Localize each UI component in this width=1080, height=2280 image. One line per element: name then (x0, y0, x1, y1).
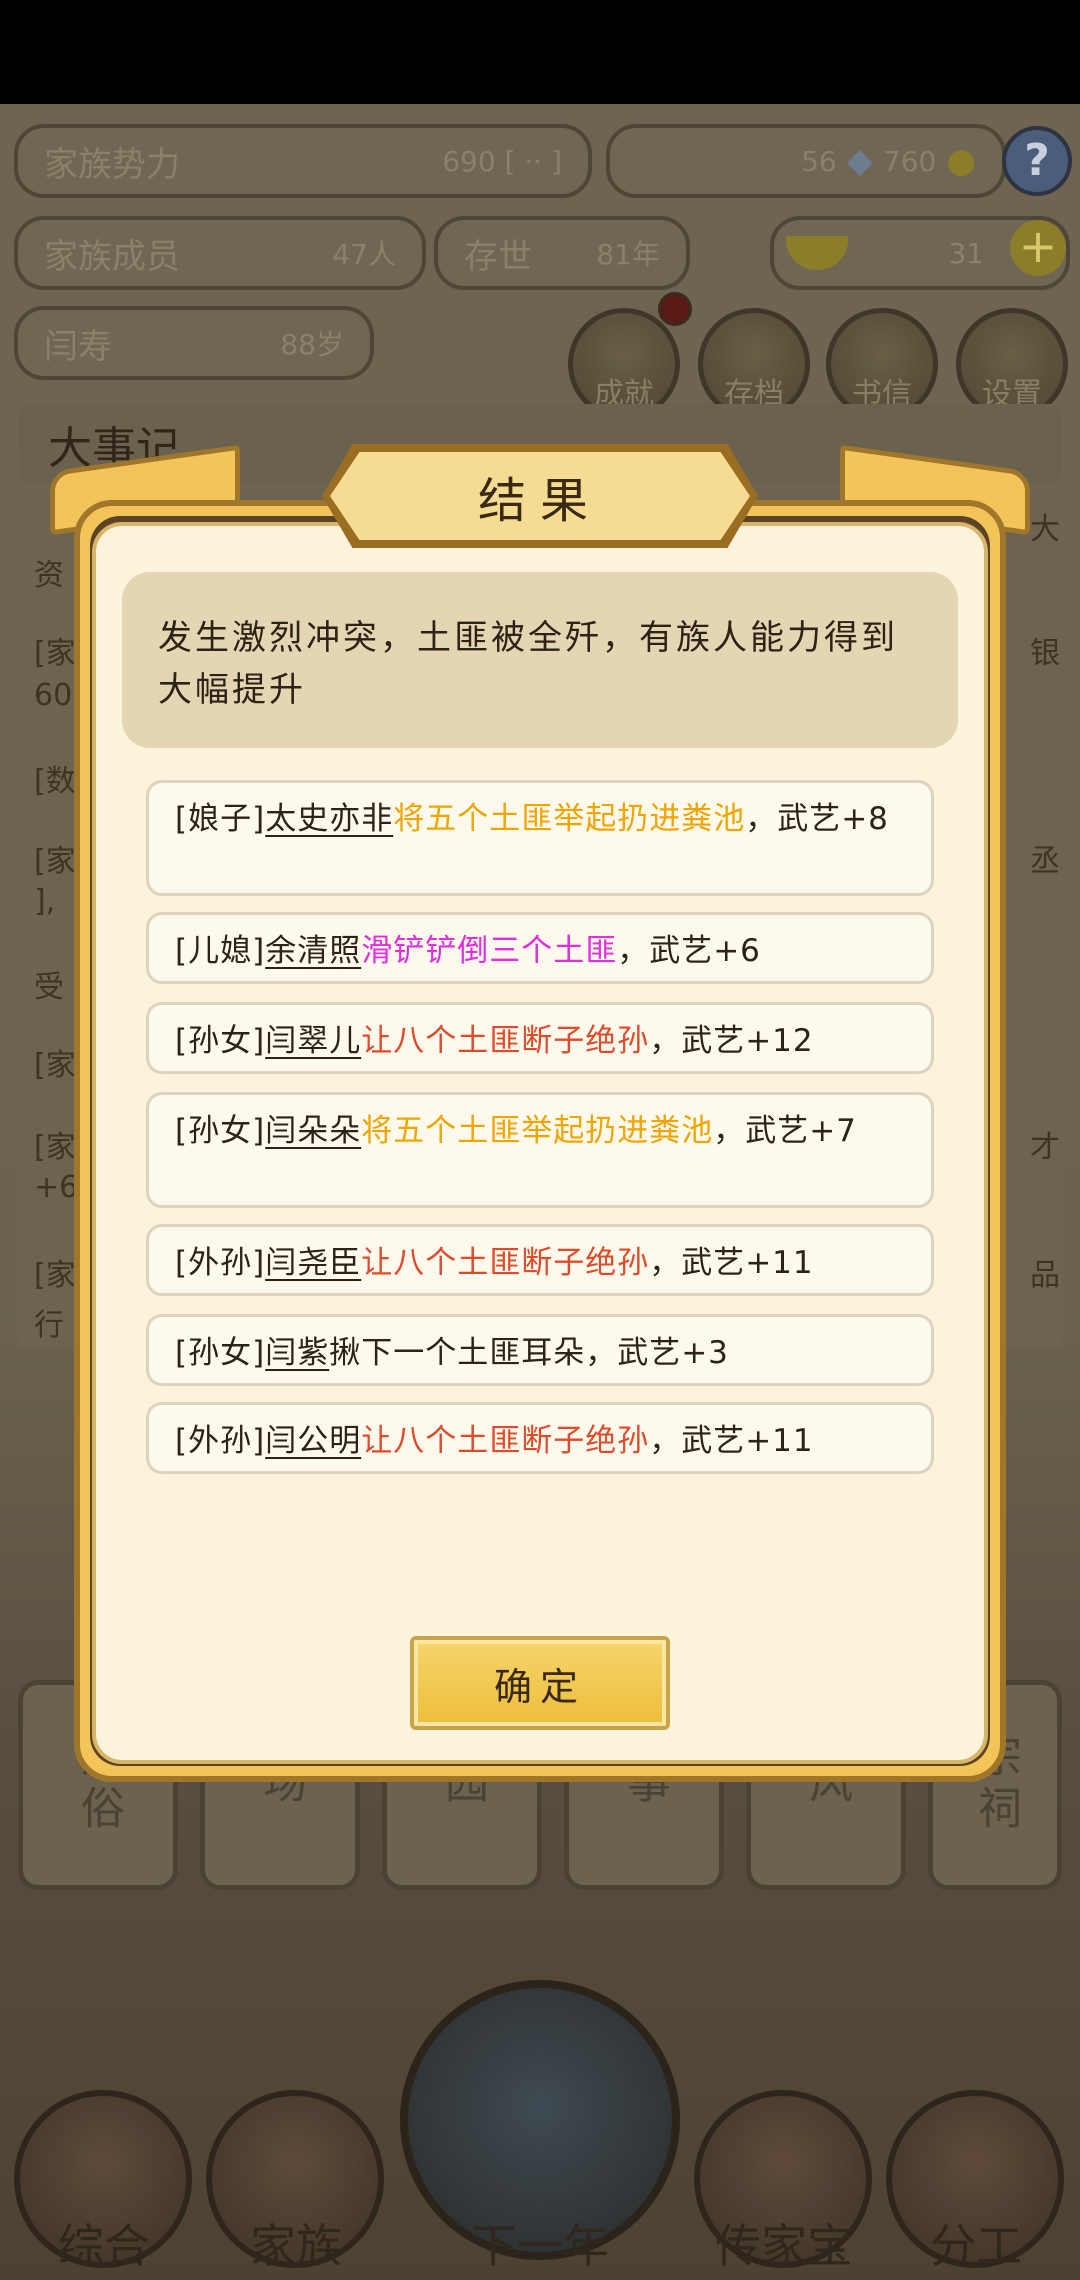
entry-action: 让八个土匪断子绝孙 (361, 1023, 650, 1059)
entry-effect: ，武艺+12 (649, 1023, 814, 1059)
family-power-panel[interactable]: 家族势力 690 [ ·· ] (14, 124, 592, 198)
existence-panel[interactable]: 存世 81年 (434, 216, 690, 290)
lifespan-label: 闫寿 (44, 326, 112, 367)
entry-role: [外孙] (175, 1423, 266, 1459)
result-entry: [孙女]闫紫揪下一个土匪耳朵，武艺+3 (146, 1314, 934, 1386)
confirm-button[interactable]: 确定 (410, 1636, 670, 1730)
result-entry: [外孙]闫公明让八个土匪断子绝孙，武艺+11 (146, 1402, 934, 1474)
entry-name: 闫公明 (265, 1423, 362, 1459)
members-value: 47人 (332, 238, 396, 271)
silver-value: 56 (801, 144, 837, 178)
gold-coin-icon: ● (946, 141, 976, 181)
entry-name: 余清照 (265, 933, 362, 969)
nav-label-heirloom: 传家宝 (715, 2219, 853, 2273)
entry-name: 太史亦非 (265, 801, 394, 837)
lifespan-panel[interactable]: 闫寿 88岁 (14, 306, 374, 380)
result-entry: [孙女]闫朵朵将五个土匪举起扔进粪池，武艺+7 (146, 1092, 934, 1208)
chronicle-fragment: 品 (1030, 1258, 1060, 1293)
entry-effect: ，武艺+6 (617, 933, 761, 969)
chronicle-fragment: [家 (34, 636, 76, 671)
entry-effect: ，武艺+11 (649, 1423, 814, 1459)
status-bar (0, 0, 1080, 104)
nav-label-family: 家族 (250, 2219, 342, 2273)
nav-label-overview: 综合 (58, 2219, 150, 2273)
entry-action: 将五个土匪举起扔进粪池 (393, 801, 746, 837)
chronicle-fragment: [家 (34, 844, 76, 879)
entry-action: 让八个土匪断子绝孙 (361, 1423, 650, 1459)
entry-role: [儿媳] (175, 933, 266, 969)
notification-dot (658, 292, 692, 326)
entry-effect: ，武艺+8 (745, 801, 889, 837)
chronicle-fragment: 行 (34, 1308, 64, 1343)
chronicle-fragment: 银 (1030, 636, 1060, 671)
family-power-value: 690 [ ·· ] (442, 144, 562, 178)
chronicle-fragment: 大 (1030, 512, 1060, 547)
entry-action: 让八个土匪断子绝孙 (361, 1245, 650, 1281)
plus-icon[interactable]: + (1010, 220, 1066, 276)
family-power-label: 家族势力 (44, 144, 180, 185)
chronicle-fragment: [家 (34, 1258, 76, 1293)
entry-action: 揪下一个土匪耳朵 (329, 1335, 586, 1371)
entry-name: 闫朵朵 (265, 1113, 362, 1149)
entry-effect: ，武艺+11 (649, 1245, 814, 1281)
entry-name: 闫翠儿 (265, 1023, 362, 1059)
help-icon[interactable]: ? (1002, 126, 1072, 196)
chronicle-fragment: ], (34, 884, 56, 919)
chronicle-fragment: 受 (34, 970, 64, 1005)
chronicle-fragment: +6 (34, 1170, 79, 1205)
entry-role: [娘子] (175, 801, 266, 837)
modal-title: 结果 (477, 473, 602, 529)
result-entry: [儿媳]余清照滑铲铲倒三个土匪，武艺+6 (146, 912, 934, 984)
ingot-value: 31 (948, 236, 984, 270)
chronicle-fragment: 丞 (1030, 844, 1060, 879)
entry-effect: ，武艺+3 (585, 1335, 729, 1371)
confirm-label: 确定 (493, 1664, 586, 1709)
chronicle-fragment: 资 (34, 558, 64, 593)
entry-name: 闫紫 (265, 1335, 330, 1371)
silver-icon: ◆ (846, 141, 873, 181)
entry-action: 将五个土匪举起扔进粪池 (361, 1113, 714, 1149)
existence-value: 81年 (596, 238, 660, 271)
currency-panel[interactable]: 56 ◆ 760 ● (606, 124, 1006, 198)
entry-name: 闫尧臣 (265, 1245, 362, 1281)
result-entry: [外孙]闫尧臣让八个土匪断子绝孙，武艺+11 (146, 1224, 934, 1296)
chronicle-fragment: [家 (34, 1130, 76, 1165)
nav-label-next-year: 下一年 (471, 2219, 609, 2273)
entry-role: [孙女] (175, 1023, 266, 1059)
gold-value: 760 (882, 144, 937, 178)
chronicle-fragment: [家 (34, 1048, 76, 1083)
nav-label-division: 分工 (930, 2219, 1022, 2273)
result-entry: [娘子]太史亦非将五个土匪举起扔进粪池，武艺+8 (146, 780, 934, 896)
entry-role: [外孙] (175, 1245, 266, 1281)
entry-effect: ，武艺+7 (713, 1113, 857, 1149)
members-panel[interactable]: 家族成员 47人 (14, 216, 426, 290)
result-entry: [孙女]闫翠儿让八个土匪断子绝孙，武艺+12 (146, 1002, 934, 1074)
members-label: 家族成员 (44, 236, 180, 277)
entry-role: [孙女] (175, 1113, 266, 1149)
existence-label: 存世 (464, 236, 532, 277)
entry-action: 滑铲铲倒三个土匪 (361, 933, 618, 969)
chronicle-fragment: [数 (34, 764, 76, 799)
lifespan-value: 88岁 (280, 328, 344, 361)
result-summary: 发生激烈冲突，土匪被全歼，有族人能力得到大幅提升 (122, 572, 958, 748)
entry-role: [孙女] (175, 1335, 266, 1371)
chronicle-fragment: 才 (1030, 1130, 1060, 1165)
